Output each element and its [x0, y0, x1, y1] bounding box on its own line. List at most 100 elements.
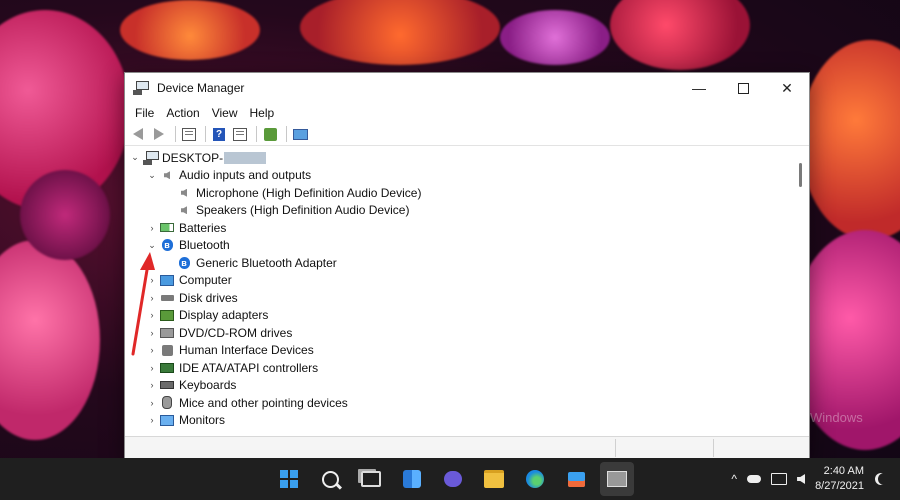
- chevron-right-icon[interactable]: ›: [146, 362, 158, 374]
- file-explorer-button[interactable]: [477, 462, 511, 496]
- device-category-label: Bluetooth: [179, 238, 230, 253]
- bluetooth-icon: ʙ: [177, 256, 191, 269]
- device-tree-pane[interactable]: ⌄ DESKTOP- ⌄ Audio inputs and outputs Micr…: [125, 149, 809, 437]
- start-button[interactable]: [272, 462, 306, 496]
- device-tree: ⌄ DESKTOP- ⌄ Audio inputs and outputs Micr…: [125, 149, 793, 437]
- device-category[interactable]: › DVD/CD-ROM drives: [125, 324, 793, 342]
- device-category-label: DVD/CD-ROM drives: [179, 325, 293, 340]
- onedrive-button[interactable]: [747, 475, 762, 483]
- chevron-right-icon[interactable]: ›: [146, 379, 158, 391]
- monitor-icon: [292, 128, 308, 140]
- help-icon: ?: [213, 127, 225, 141]
- clock[interactable]: 2:40 AM 8/27/2021: [815, 464, 864, 494]
- volume-button[interactable]: [797, 474, 806, 484]
- device-category[interactable]: ⌄ ʙ Bluetooth: [125, 237, 793, 255]
- show-hide-console-tree-button[interactable]: [180, 126, 198, 142]
- minimize-button[interactable]: —: [677, 73, 721, 103]
- device-category[interactable]: › Computer: [125, 272, 793, 290]
- toolbar-divider: [256, 126, 257, 142]
- device-category[interactable]: › Monitors: [125, 412, 793, 430]
- device-category[interactable]: › Disk drives: [125, 289, 793, 307]
- chat-icon: [444, 471, 462, 487]
- device-manager-window[interactable]: Device Manager — ✕ File Action View Help…: [124, 72, 810, 460]
- network-button[interactable]: [771, 473, 788, 485]
- disk-icon: [160, 292, 174, 304]
- device-category[interactable]: › Human Interface Devices: [125, 342, 793, 360]
- forward-arrow-icon: [154, 128, 164, 140]
- title-bar[interactable]: Device Manager — ✕: [125, 73, 809, 103]
- window-title: Device Manager: [157, 81, 245, 95]
- chevron-right-icon[interactable]: ›: [146, 222, 158, 234]
- menu-help[interactable]: Help: [244, 106, 281, 120]
- device-category[interactable]: › Mice and other pointing devices: [125, 394, 793, 412]
- device-category-label: Human Interface Devices: [179, 343, 314, 358]
- help-button[interactable]: ?: [210, 126, 228, 142]
- chevron-right-icon[interactable]: ›: [146, 414, 158, 426]
- display-adapter-icon: [160, 309, 174, 321]
- properties-button[interactable]: [231, 126, 249, 142]
- device-category-label: IDE ATA/ATAPI controllers: [179, 360, 319, 375]
- scan-hardware-button[interactable]: [261, 126, 279, 142]
- root-hostname: DESKTOP-: [162, 150, 224, 165]
- chevron-right-icon[interactable]: ›: [146, 397, 158, 409]
- back-arrow-icon: [133, 128, 143, 140]
- forward-button[interactable]: [150, 126, 168, 142]
- device-manager-taskbar-icon: [607, 471, 627, 487]
- scrollbar-thumb[interactable]: [799, 163, 802, 187]
- task-view-button[interactable]: [354, 462, 388, 496]
- console-tree-icon: [182, 127, 196, 141]
- scan-hardware-icon: [263, 127, 277, 141]
- focus-assist-button[interactable]: [878, 473, 890, 485]
- device-category-label: Display adapters: [179, 308, 269, 323]
- device-item[interactable]: ʙ Generic Bluetooth Adapter: [125, 254, 793, 272]
- tree-root[interactable]: ⌄ DESKTOP-: [125, 149, 793, 167]
- back-button[interactable]: [129, 126, 147, 142]
- annotation-arrow: [131, 252, 155, 356]
- device-category[interactable]: › Display adapters: [125, 307, 793, 325]
- chat-button[interactable]: [436, 462, 470, 496]
- menu-action[interactable]: Action: [160, 106, 205, 120]
- device-item[interactable]: Microphone (High Definition Audio Device…: [125, 184, 793, 202]
- speaker-icon: [177, 187, 191, 199]
- menu-view[interactable]: View: [206, 106, 244, 120]
- device-category-label: Batteries: [179, 220, 227, 235]
- device-category-label: Computer: [179, 273, 232, 288]
- hid-icon: [160, 344, 174, 356]
- chevron-down-icon[interactable]: ⌄: [129, 152, 141, 164]
- device-category-label: Mice and other pointing devices: [179, 395, 348, 410]
- chevron-down-icon[interactable]: ⌄: [146, 169, 158, 181]
- show-hidden-icons-button[interactable]: ^: [731, 472, 737, 486]
- toolbar-divider: [175, 126, 176, 142]
- battery-icon: [160, 222, 174, 234]
- taskbar: ^ 2:40 AM 8/27/2021: [0, 458, 900, 500]
- ide-icon: [160, 362, 174, 374]
- device-manager-icon: [133, 81, 149, 95]
- status-divider: [713, 439, 714, 457]
- device-category[interactable]: › Keyboards: [125, 377, 793, 395]
- search-button[interactable]: [313, 462, 347, 496]
- windows-logo-icon: [280, 470, 298, 488]
- menu-bar: File Action View Help: [125, 103, 809, 123]
- device-category[interactable]: ⌄ Audio inputs and outputs: [125, 167, 793, 185]
- device-item-label: Speakers (High Definition Audio Device): [196, 203, 410, 218]
- device-category-label: Monitors: [179, 413, 226, 428]
- monitor-icon: [160, 414, 174, 426]
- vertical-scrollbar[interactable]: [793, 149, 809, 437]
- bluetooth-icon: ʙ: [160, 239, 174, 252]
- close-button[interactable]: ✕: [765, 73, 809, 103]
- menu-file[interactable]: File: [129, 106, 160, 120]
- store-button[interactable]: [559, 462, 593, 496]
- device-category-label: Keyboards: [179, 378, 237, 393]
- device-item-label: Generic Bluetooth Adapter: [196, 255, 337, 270]
- maximize-button[interactable]: [721, 73, 765, 103]
- network-icon: [771, 473, 788, 485]
- device-item-label: Microphone (High Definition Audio Device…: [196, 185, 422, 200]
- device-manager-taskbar-button[interactable]: [600, 462, 634, 496]
- device-category[interactable]: › Batteries: [125, 219, 793, 237]
- widgets-icon: [403, 470, 421, 488]
- device-item[interactable]: Speakers (High Definition Audio Device): [125, 202, 793, 220]
- device-category[interactable]: › IDE ATA/ATAPI controllers: [125, 359, 793, 377]
- widgets-button[interactable]: [395, 462, 429, 496]
- edge-button[interactable]: [518, 462, 552, 496]
- monitor-button[interactable]: [291, 126, 309, 142]
